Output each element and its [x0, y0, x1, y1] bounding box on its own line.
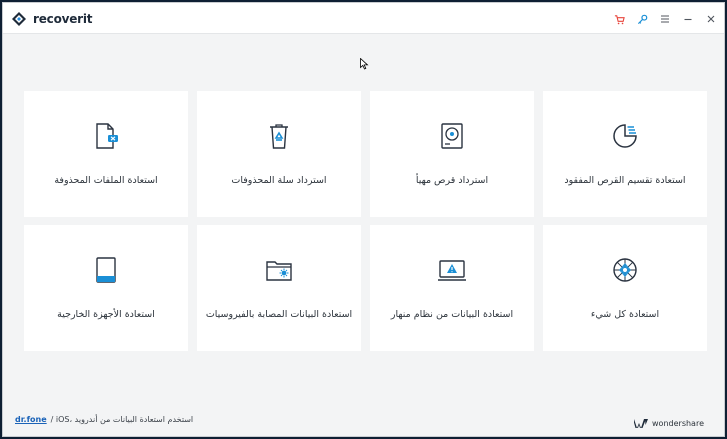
- card-crashed-system-recovery[interactable]: استعادة البيانات من نظام منهار: [370, 225, 534, 351]
- card-label: استعادة البيانات المصابة بالفيروسيات: [205, 309, 353, 320]
- mouse-cursor-icon: [360, 58, 369, 70]
- footer-hint: dr.fone / iOS، استخدم استعادة البيانات م…: [15, 415, 193, 424]
- wondershare-logo-icon: [634, 419, 649, 428]
- formatted-disk-icon: [441, 123, 463, 149]
- card-label: استعادة الملفات المحذوفة: [54, 175, 158, 186]
- card-external-device-recovery[interactable]: استعادة الأجهزة الخارجية: [24, 225, 188, 351]
- card-label: استعادة البيانات من نظام منهار: [390, 309, 514, 320]
- app-logo: recoverit: [11, 10, 93, 28]
- card-formatted-disk-recovery[interactable]: استرداد قرص مهيأ: [370, 91, 534, 217]
- minimize-icon[interactable]: [681, 12, 695, 26]
- card-recycle-bin-recovery[interactable]: استرداد سلة المحذوفات: [197, 91, 361, 217]
- card-label: استعادة تقسيم القرص المفقود: [564, 175, 686, 186]
- key-icon[interactable]: [635, 12, 649, 26]
- app-title: recoverit: [33, 12, 93, 26]
- crashed-system-icon: [438, 260, 466, 281]
- recovery-mode-grid: استعادة الملفات المحذوفة استرداد سلة الم…: [24, 91, 707, 351]
- close-icon[interactable]: [704, 12, 718, 26]
- card-label: استعادة كل شيء: [590, 309, 660, 320]
- recycle-bin-icon: [270, 124, 288, 149]
- window-controls: [612, 11, 718, 27]
- menu-icon[interactable]: [658, 12, 672, 26]
- deleted-file-icon: [96, 123, 118, 149]
- card-all-around-recovery[interactable]: استعادة كل شيء: [543, 225, 707, 351]
- app-window: recoverit استعادة الملفات المحذوفة استرد…: [2, 2, 725, 437]
- cart-icon[interactable]: [612, 12, 626, 26]
- wondershare-text: wondershare: [652, 419, 704, 428]
- lost-partition-icon: [613, 124, 637, 148]
- virus-folder-icon: [266, 261, 292, 281]
- card-virus-attack-recovery[interactable]: استعادة البيانات المصابة بالفيروسيات: [197, 225, 361, 351]
- card-label: استرداد سلة المحذوفات: [231, 175, 327, 186]
- card-label: استعادة الأجهزة الخارجية: [57, 309, 155, 320]
- footer-hint-text: / iOS، استخدم استعادة البيانات من أندروي…: [50, 415, 194, 424]
- external-device-icon: [96, 257, 116, 283]
- drfone-link[interactable]: dr.fone: [15, 415, 47, 424]
- title-bar: recoverit: [3, 3, 724, 34]
- card-label: استرداد قرص مهيأ: [415, 175, 489, 186]
- card-lost-partition-recovery[interactable]: استعادة تقسيم القرص المفقود: [543, 91, 707, 217]
- card-deleted-files-recovery[interactable]: استعادة الملفات المحذوفة: [24, 91, 188, 217]
- recoverit-logo-icon: [12, 12, 26, 26]
- all-around-icon: [613, 258, 637, 282]
- wondershare-brand: wondershare: [634, 419, 704, 428]
